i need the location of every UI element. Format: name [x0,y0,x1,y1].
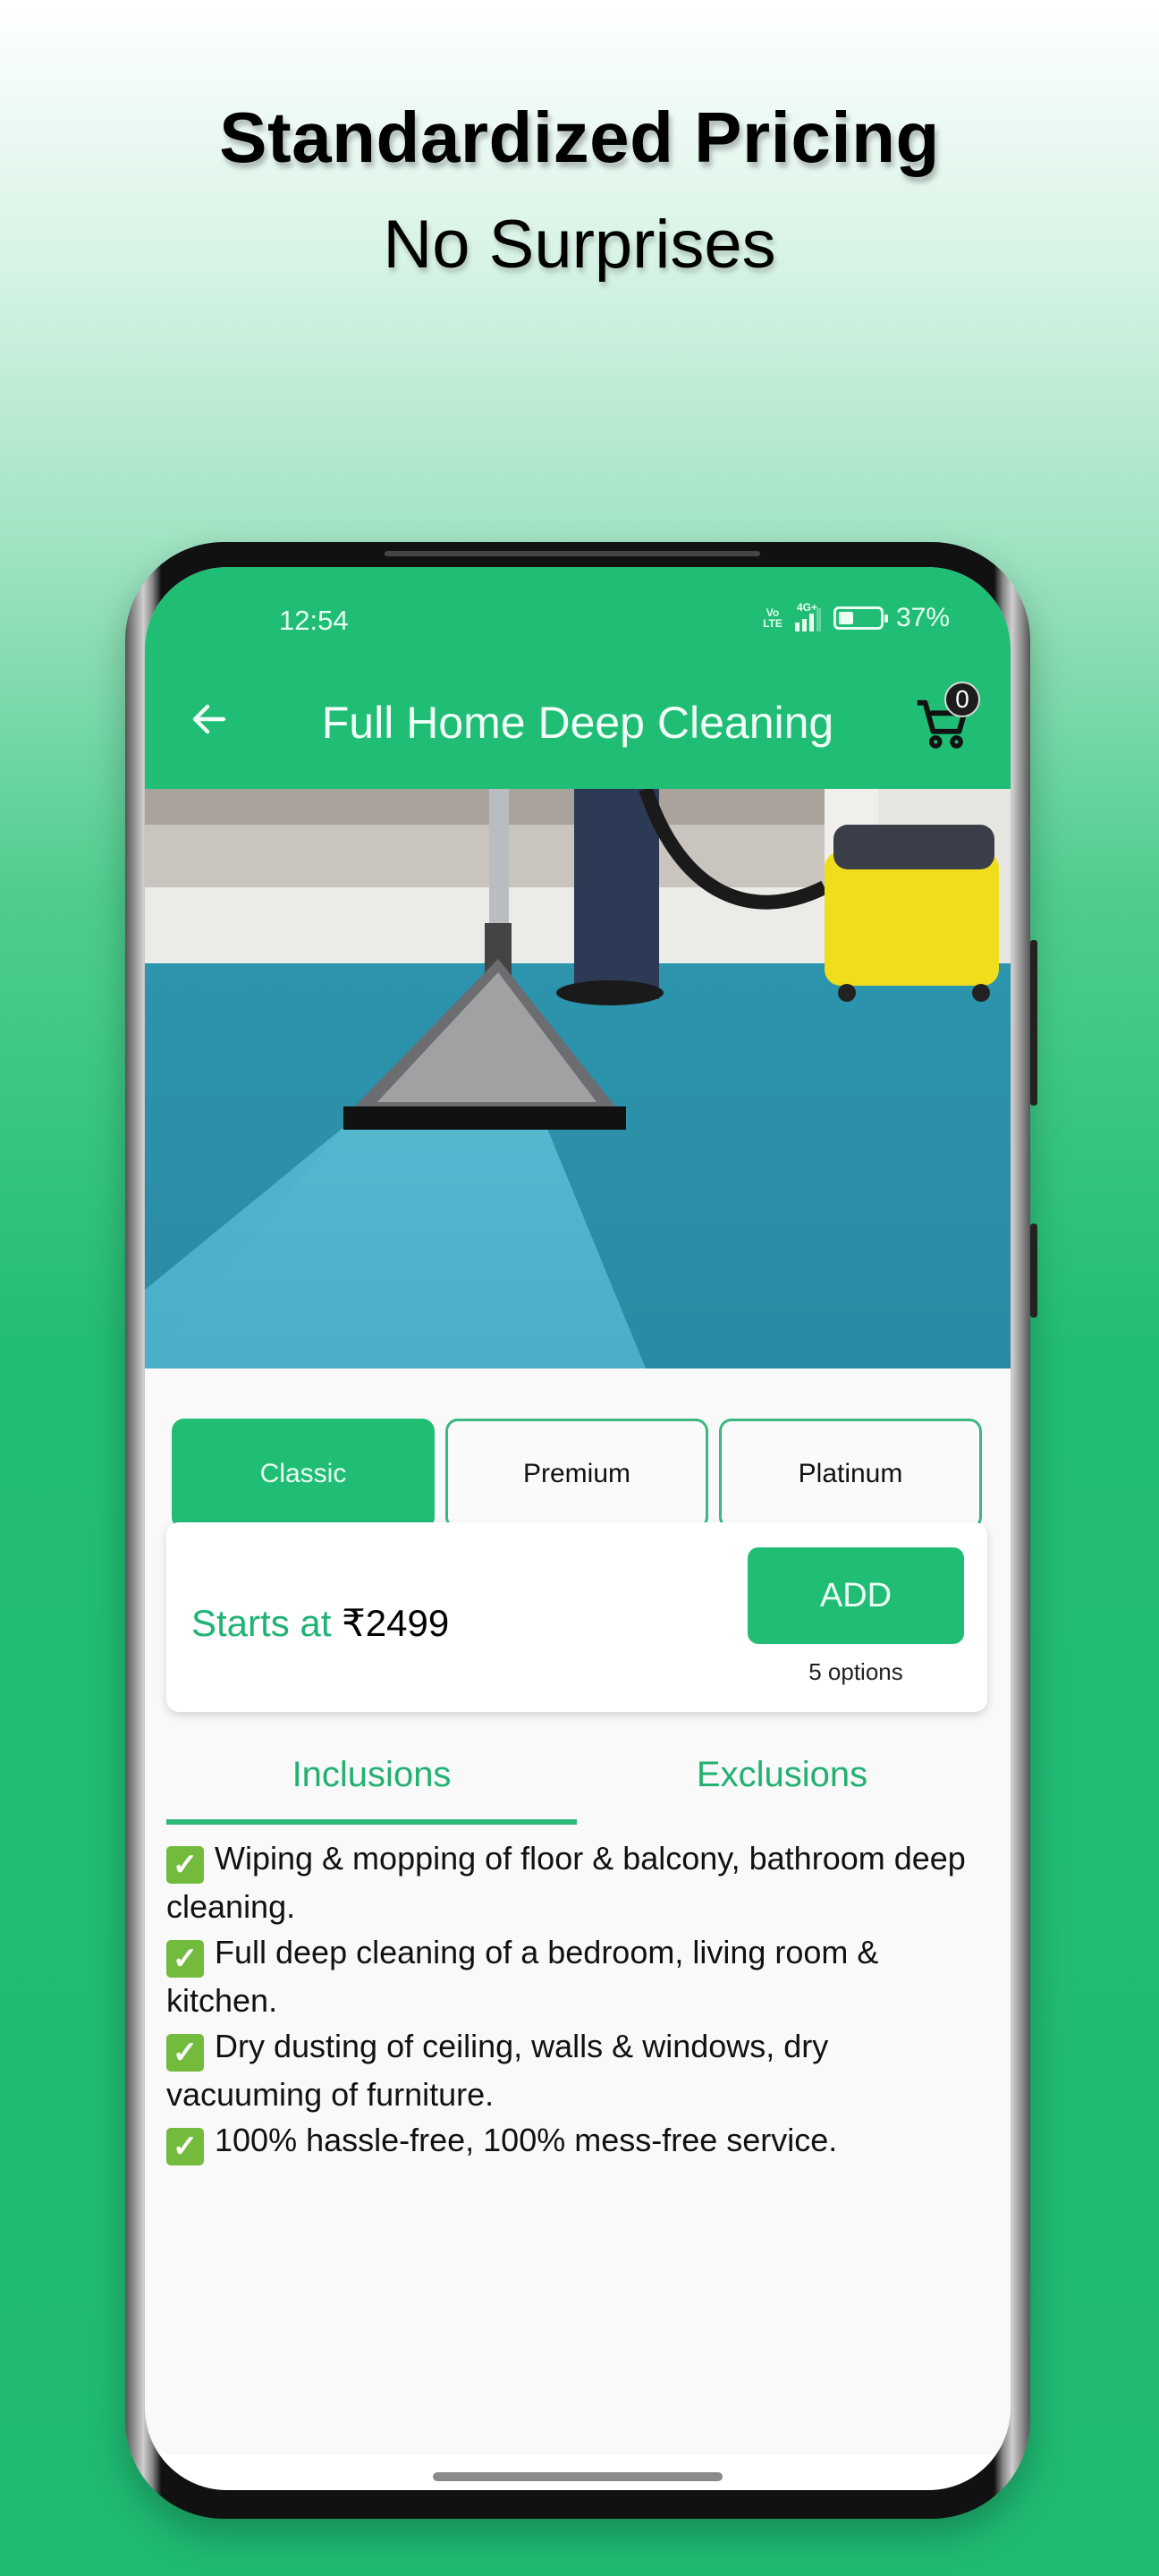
network-type-label: 4G+ [796,601,817,614]
variant-premium[interactable]: Premium [445,1419,708,1530]
battery-icon [833,606,888,630]
cart-button[interactable]: 0 [912,682,984,753]
variant-selector: Classic Premium Platinum [172,1419,982,1530]
battery-percent: 37% [895,603,950,632]
price-card: Starts at ₹2499 ADD 5 options [166,1522,987,1712]
phone-frame: 12:54 Vo LTE 4G+ 37% Full Home Deep Clea… [125,542,1037,2519]
tab-inclusions[interactable]: Inclusions [166,1744,577,1825]
battery-fill [838,612,854,624]
promo-headline: Standardized Pricing [219,97,940,177]
volte-icon: Vo LTE [763,606,783,630]
phone-speaker [385,551,760,556]
app-header: 12:54 Vo LTE 4G+ 37% Full Home Deep Clea… [145,567,1011,789]
phone-screen: 12:54 Vo LTE 4G+ 37% Full Home Deep Clea… [145,567,1011,2490]
signal-icon: 4G+ [794,601,821,631]
inclusions-list: ✓ Wiping & mopping of floor & balcony, ba… [166,1835,971,2165]
phone-volume-button [1030,940,1037,1106]
promo-subline: No Surprises [383,207,776,283]
add-button[interactable]: ADD [748,1547,964,1644]
carpet-cleaning-illustration [145,789,1011,1368]
gesture-bar-area [145,2454,1011,2490]
service-hero-image [145,789,1011,1368]
starting-price: Starts at ₹2499 [191,1601,449,1645]
details-tabs: Inclusions Exclusions [166,1744,987,1825]
check-mark-icon: ✓ [166,1846,204,1884]
check-mark-icon: ✓ [166,2128,204,2165]
home-indicator[interactable] [433,2472,723,2481]
inclusion-item: ✓ Full deep cleaning of a bedroom, living… [166,1934,879,2019]
page-title: Full Home Deep Cleaning [321,698,834,748]
status-icons: Vo LTE 4G+ 37% [763,601,950,633]
phone-power-button [1030,1224,1037,1318]
cart-count-badge: 0 [944,682,980,717]
tab-exclusions[interactable]: Exclusions [577,1744,987,1825]
starts-at-label: Starts at [191,1602,332,1644]
inclusion-item: ✓ 100% hassle-free, 100% mess-free servic… [166,2117,971,2165]
inclusion-item: ✓ Wiping & mopping of floor & balcony, ba… [166,1840,966,1925]
status-time: 12:54 [279,605,349,636]
inclusion-item: ✓ Dry dusting of ceiling, walls & windows… [166,2028,829,2113]
options-count: 5 options [808,1658,903,1685]
price-amount: ₹2499 [342,1602,450,1644]
variant-platinum[interactable]: Platinum [719,1419,982,1530]
variant-classic[interactable]: Classic [172,1419,435,1530]
check-mark-icon: ✓ [166,1940,204,1978]
check-mark-icon: ✓ [166,2034,204,2072]
